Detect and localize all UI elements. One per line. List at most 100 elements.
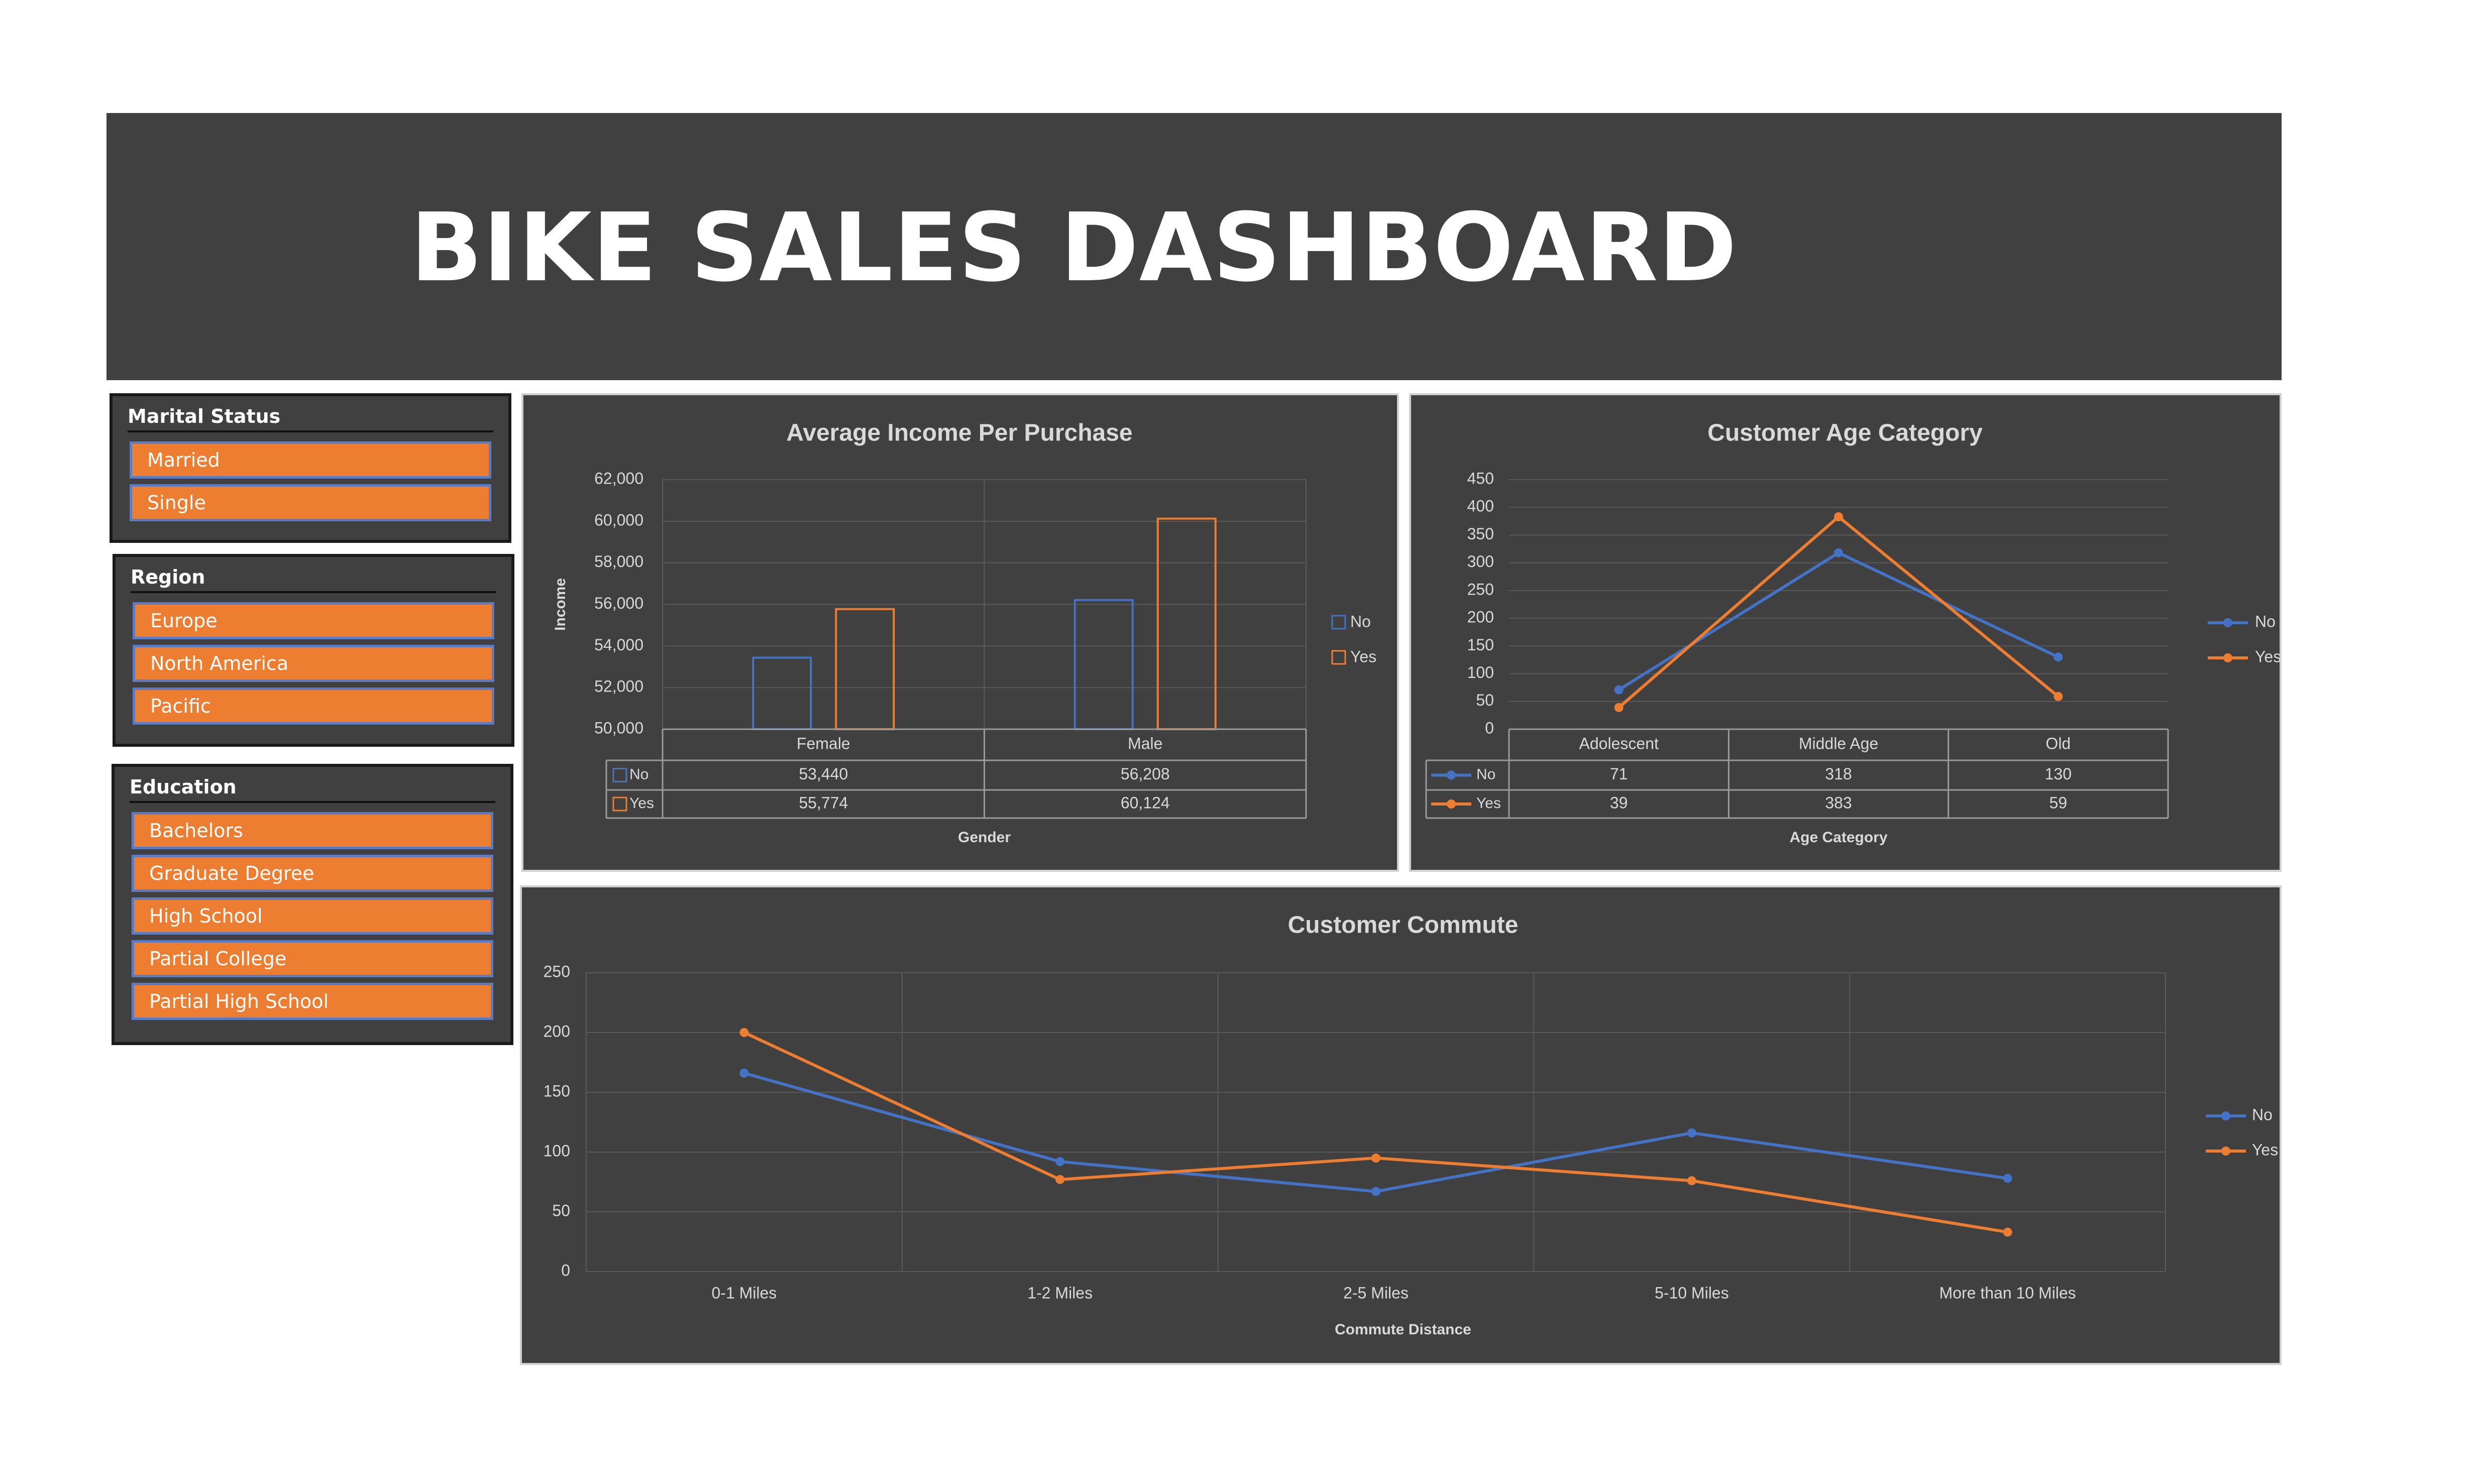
slicer-item-north-america[interactable]: North America [133, 645, 494, 682]
chart-panel-age: Customer Age Category 0 50 100 150 200 250 300 3… [1409, 393, 2282, 872]
y-tick-label: 350 [1467, 525, 1494, 543]
table-category-label: Male [1128, 734, 1162, 752]
legend-marker [2223, 618, 2232, 627]
y-tick-label: 50 [552, 1201, 570, 1219]
legend-label: No [2252, 1105, 2273, 1123]
slicer-item-high-school[interactable]: High School [132, 897, 493, 935]
legend-label: No [1350, 612, 1371, 630]
table-legend-marker [1447, 770, 1456, 780]
table-value: 60,124 [1121, 793, 1170, 812]
slicer-region: Region Europe North America Pacific [113, 554, 514, 747]
y-tick-label: 150 [544, 1082, 570, 1100]
slicer-item-pacific[interactable]: Pacific [133, 688, 494, 725]
y-tick-label: 300 [1467, 552, 1494, 570]
table-value: 71 [1610, 765, 1628, 783]
dashboard-title: BIKE SALES DASHBOARD [410, 193, 1738, 303]
bar-no [1073, 599, 1134, 730]
chart-title: Average Income Per Purchase [786, 420, 1132, 446]
table-category-label: Old [2045, 734, 2071, 752]
y-tick-label: 62,000 [594, 469, 643, 487]
dashboard-banner: BIKE SALES DASHBOARD [106, 113, 2282, 380]
data-point-no [739, 1068, 749, 1078]
data-point-no [1055, 1157, 1065, 1167]
legend-label: No [2255, 612, 2276, 630]
table-category-label: Female [797, 734, 850, 752]
data-point-yes [1614, 703, 1624, 712]
slicer-item-europe[interactable]: Europe [133, 602, 494, 639]
slicer-header: Education [130, 773, 495, 803]
x-axis-title: Commute Distance [1335, 1321, 1471, 1338]
table-category-label: Middle Age [1799, 734, 1878, 752]
data-point-no [1371, 1187, 1380, 1196]
series-line-yes [743, 1031, 2008, 1234]
bar-yes [835, 608, 895, 730]
data-point-yes [739, 1028, 749, 1037]
slicer-marital-status: Marital Status Married Single [110, 393, 511, 543]
y-axis-title: Income [552, 578, 569, 631]
x-tick-label: 2-5 Miles [1343, 1284, 1409, 1302]
x-tick-label: 1-2 Miles [1027, 1284, 1093, 1302]
y-tick-label: 250 [1467, 580, 1494, 598]
slicer-item-partial-college[interactable]: Partial College [132, 940, 493, 977]
data-point-no [2054, 652, 2063, 662]
y-tick-label: 450 [1467, 469, 1494, 487]
table-value: 130 [2045, 765, 2072, 783]
age-chart: Customer Age Category 0 50 100 150 200 250 300 3… [1425, 420, 2281, 846]
data-point-no [2003, 1174, 2012, 1183]
data-point-yes [1055, 1175, 1065, 1184]
table-series-label: Yes [629, 795, 654, 812]
legend-label: Yes [2252, 1140, 2278, 1159]
y-tick-label: 0 [561, 1261, 570, 1279]
y-tick-label: 250 [544, 962, 570, 980]
y-tick-label: 60,000 [594, 511, 643, 529]
table-value: 318 [1825, 765, 1852, 783]
legend-marker [2221, 1111, 2230, 1120]
data-point-yes [1371, 1153, 1380, 1163]
data-point-no [1834, 548, 1843, 557]
table-legend-key [612, 796, 627, 812]
table-value: 53,440 [799, 765, 848, 783]
series-line-no [1618, 551, 2059, 692]
table-category-label: Adolescent [1579, 734, 1659, 752]
y-tick-label: 56,000 [594, 594, 643, 612]
y-tick-label: 100 [1467, 663, 1494, 681]
table-value: 59 [2050, 793, 2068, 812]
slicer-item-single[interactable]: Single [130, 484, 491, 521]
chart-title: Customer Commute [1288, 912, 1519, 939]
series-line-yes [1618, 515, 2060, 709]
data-point-no [1687, 1128, 1696, 1137]
table-series-label: No [1476, 766, 1495, 782]
legend-key-no [1331, 615, 1346, 630]
table-value: 56,208 [1121, 765, 1170, 783]
table-legend-key [612, 768, 627, 782]
x-tick-label: More than 10 Miles [1939, 1284, 2076, 1302]
table-value: 39 [1610, 793, 1628, 812]
slicer-item-partial-high-school[interactable]: Partial High School [132, 983, 493, 1020]
y-tick-label: 150 [1467, 636, 1494, 654]
y-tick-label: 50 [1476, 691, 1494, 709]
slicer-header: Marital Status [128, 402, 493, 432]
y-tick-label: 52,000 [594, 677, 643, 696]
commute-chart: Customer Commute 0 50 100 150 200 250 0-1 Miles… [544, 912, 2279, 1338]
y-tick-label: 400 [1467, 497, 1494, 515]
series-line-no [743, 1072, 2008, 1193]
bar-yes [1156, 517, 1217, 730]
legend-key-yes [1331, 650, 1346, 665]
income-chart: Average Income Per Purchase 50,000 52,000 5… [552, 420, 1376, 846]
table-legend-marker [1447, 800, 1456, 809]
data-point-yes [1687, 1176, 1696, 1186]
y-tick-label: 58,000 [594, 552, 643, 570]
x-axis-title: Age Category [1789, 829, 1887, 846]
y-tick-label: 200 [544, 1022, 570, 1040]
slicer-education: Education Bachelors Graduate Degree High… [112, 764, 513, 1045]
table-series-label: Yes [1476, 795, 1501, 812]
chart-title: Customer Age Category [1707, 420, 1983, 446]
slicer-item-bachelors[interactable]: Bachelors [132, 812, 493, 849]
slicer-item-graduate-degree[interactable]: Graduate Degree [132, 855, 493, 892]
legend-marker [2223, 653, 2232, 662]
y-tick-label: 0 [1485, 719, 1494, 737]
slicer-header: Region [131, 563, 496, 593]
x-tick-label: 0-1 Miles [711, 1284, 777, 1302]
table-value: 383 [1825, 793, 1852, 812]
slicer-item-married[interactable]: Married [130, 441, 491, 479]
